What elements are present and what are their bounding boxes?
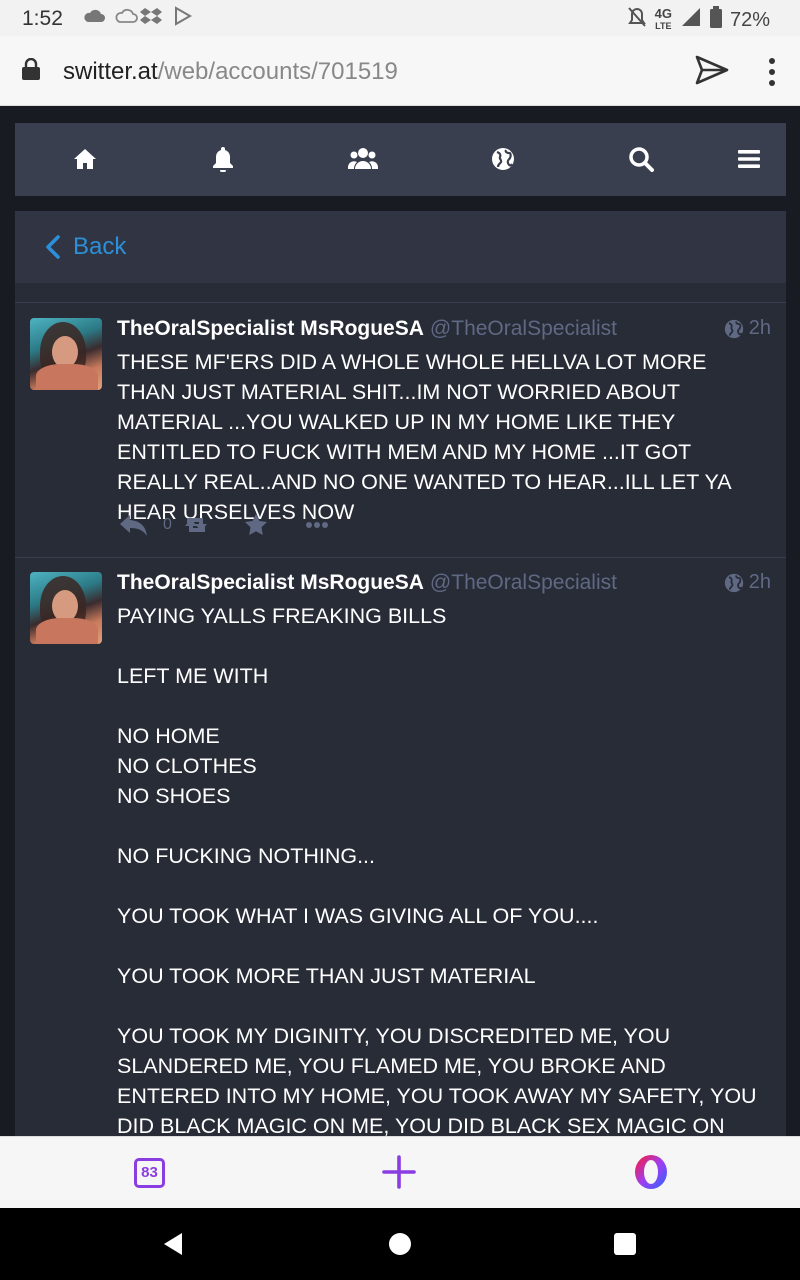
network-type: 4G LTE: [654, 6, 672, 31]
account-column: Back TheOralSpecialist MsRogueSA @TheOral…: [15, 211, 786, 1136]
status-item[interactable]: TheOralSpecialist MsRogueSA @TheOralSpeci…: [15, 304, 786, 558]
boost-button[interactable]: [181, 514, 243, 536]
menu-icon[interactable]: [731, 143, 767, 175]
top-navigation: [15, 123, 786, 196]
android-recents-icon[interactable]: [614, 1233, 636, 1255]
status-acct: @TheOralSpecialist: [429, 571, 617, 594]
status-actions: 0: [119, 510, 329, 540]
android-navigation-bar: [0, 1208, 800, 1280]
tabs-button[interactable]: 83: [134, 1158, 165, 1188]
dropbox-icon: [140, 6, 162, 32]
reply-icon: [120, 515, 147, 536]
url-field[interactable]: switter.at/web/accounts/701519: [63, 58, 398, 86]
globe-icon[interactable]: [485, 143, 521, 175]
avatar[interactable]: [30, 318, 102, 390]
android-home-icon[interactable]: [389, 1233, 411, 1255]
reply-button[interactable]: 0: [119, 514, 179, 536]
signal-icon: [680, 6, 702, 34]
star-icon: [245, 514, 267, 535]
battery-icon: [709, 6, 722, 34]
status-item[interactable]: TheOralSpecialist MsRogueSA @TheOralSpeci…: [15, 558, 786, 1136]
bell-icon[interactable]: [205, 143, 241, 175]
search-icon[interactable]: [623, 143, 659, 175]
status-time[interactable]: 2h: [724, 317, 771, 340]
people-icon[interactable]: [345, 143, 381, 175]
status-display-name[interactable]: TheOralSpecialist MsRogueSA @TheOralSpeci…: [117, 571, 617, 595]
new-tab-plus-icon[interactable]: [382, 1155, 416, 1189]
browser-address-bar: switter.at/web/accounts/701519: [0, 36, 800, 106]
play-store-icon: [174, 6, 193, 32]
back-label: Back: [73, 233, 127, 260]
status-display-name[interactable]: TheOralSpecialist MsRogueSA @TheOralSpeci…: [117, 317, 617, 341]
status-bar: 1:52 4G LTE 72%: [0, 0, 800, 36]
avatar[interactable]: [30, 572, 102, 644]
more-options-icon[interactable]: [760, 56, 784, 88]
column-header: Back: [15, 211, 786, 283]
battery-percent: 72%: [729, 8, 770, 31]
lock-icon: [22, 57, 40, 80]
boost-icon: [185, 518, 207, 532]
cloud-icon: [114, 6, 138, 30]
android-back-icon[interactable]: [162, 1232, 184, 1261]
back-button[interactable]: Back: [45, 233, 126, 261]
status-time[interactable]: 2h: [724, 571, 771, 594]
status-right: 4G LTE 72%: [627, 6, 770, 34]
url-path: /web/accounts/701519: [157, 58, 398, 85]
status-content: PAYING YALLS FREAKING BILLS LEFT ME WITH…: [117, 604, 757, 1136]
more-button[interactable]: [305, 521, 329, 529]
reply-count: 0: [163, 516, 172, 533]
globe-icon: [724, 573, 743, 592]
globe-icon: [724, 319, 743, 338]
previous-status-edge: [15, 283, 786, 303]
status-time: 1:52: [22, 7, 63, 30]
opera-menu-icon[interactable]: [632, 1153, 670, 1191]
url-domain: switter.at: [63, 58, 158, 85]
favourite-button[interactable]: [243, 513, 305, 537]
chevron-left-icon: [46, 235, 60, 259]
mastodon-app: Back TheOralSpecialist MsRogueSA @TheOral…: [0, 106, 800, 1136]
ellipsis-icon: [306, 522, 328, 528]
send-icon[interactable]: [694, 54, 730, 86]
cloud-icon: [82, 6, 106, 30]
status-content: THESE MF'ERS DID A WHOLE WHOLE HELLVA LO…: [117, 350, 737, 524]
mute-icon: [627, 6, 647, 34]
status-acct: @TheOralSpecialist: [429, 317, 617, 340]
home-icon[interactable]: [67, 143, 103, 175]
browser-bottom-bar: 83: [0, 1136, 800, 1208]
